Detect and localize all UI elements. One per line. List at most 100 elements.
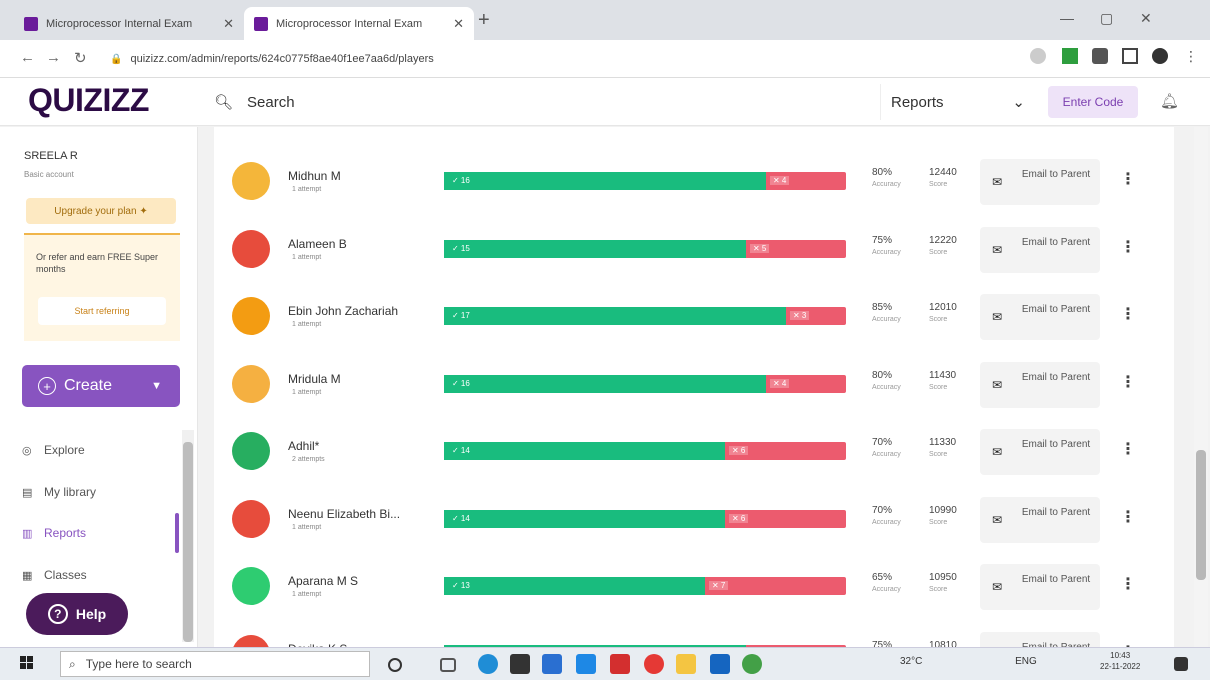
- player-name[interactable]: Neenu Elizabeth Bi...: [288, 507, 423, 521]
- back-icon[interactable]: ←: [20, 49, 35, 66]
- restore-button[interactable]: ▢: [1100, 10, 1113, 27]
- puzzle-icon[interactable]: [1092, 48, 1108, 64]
- search-input[interactable]: 🔍︎ Search: [200, 84, 870, 120]
- clock[interactable]: 10:43 22-11-2022: [1100, 650, 1140, 672]
- player-name[interactable]: Adhil*: [288, 439, 423, 453]
- email-parent-label: Email to Parent: [1021, 371, 1091, 383]
- more-options-icon[interactable]: ⋮: [1120, 574, 1136, 594]
- player-name[interactable]: Ebin John Zachariah: [288, 304, 423, 318]
- correct-count: ✓ 15: [452, 243, 470, 253]
- file-explorer-icon[interactable]: [676, 654, 696, 674]
- email-parent-button[interactable]: ✉Email to Parent: [980, 631, 1100, 647]
- sidebar-item-reports[interactable]: ▥ Reports: [22, 526, 86, 540]
- close-window-button[interactable]: ✕: [1140, 10, 1152, 27]
- reports-dropdown[interactable]: Reports ⌄: [880, 84, 1035, 120]
- acrobat-icon[interactable]: [610, 654, 630, 674]
- enter-code-button[interactable]: Enter Code: [1048, 86, 1138, 118]
- start-referring-button[interactable]: Start referring: [38, 297, 166, 325]
- accuracy-bar: ✓ 15 ✕ 5: [444, 239, 846, 258]
- email-parent-label: Email to Parent: [1021, 169, 1091, 180]
- sidebar-item-classes[interactable]: ▦ Classes: [22, 568, 87, 582]
- sidebar-item-explore[interactable]: ◎ Explore: [22, 443, 85, 457]
- email-parent-button[interactable]: ✉Email to Parent: [980, 294, 1100, 340]
- forward-icon[interactable]: →: [46, 49, 61, 66]
- player-row[interactable]: Devika K S1 attempt✓ 15✕ 575%Accuracy108…: [214, 620, 1174, 647]
- mail-icon[interactable]: [542, 654, 562, 674]
- player-name[interactable]: Aparana M S: [288, 574, 423, 588]
- email-parent-button[interactable]: ✉Email to Parent: [980, 429, 1100, 475]
- more-options-icon[interactable]: ⋮: [1120, 372, 1136, 392]
- more-options-icon[interactable]: ⋮: [1120, 304, 1136, 324]
- more-options-icon[interactable]: ⋮: [1120, 439, 1136, 459]
- more-options-icon[interactable]: ⋮: [1120, 237, 1136, 257]
- player-row[interactable]: Aparana M S 1 attempt ✓ 13 ✕ 7 65% Accuracy 10…: [214, 552, 1174, 620]
- url-field[interactable]: 🔒 quizizz.com/admin/reports/624c0775f8ae…: [110, 46, 990, 72]
- reload-icon[interactable]: ↻: [74, 49, 87, 67]
- email-parent-button[interactable]: ✉Email to Parent: [980, 226, 1100, 273]
- windows-start-icon[interactable]: [20, 656, 34, 670]
- system-tray[interactable]: 32°C ENG: [900, 656, 1037, 667]
- main-scrollbar-thumb[interactable]: [1196, 450, 1206, 580]
- incorrect-count: ✕ 6: [729, 446, 749, 455]
- search-icon: 🔍︎: [214, 94, 234, 111]
- browser-tab-2[interactable]: Microprocessor Internal Exam ✕: [244, 7, 474, 40]
- accuracy-value: 80%: [872, 369, 893, 381]
- user-name: SREELA R: [24, 150, 78, 162]
- player-avatar: [232, 364, 270, 403]
- classes-icon: ▦: [22, 569, 33, 582]
- email-parent-button[interactable]: ✉Email to Parent: [980, 496, 1100, 543]
- profile-avatar[interactable]: [1152, 48, 1168, 64]
- download-icon[interactable]: [1062, 48, 1078, 64]
- notifications-icon[interactable]: [1174, 657, 1188, 671]
- task-view-icon[interactable]: [440, 658, 456, 672]
- edge-icon[interactable]: [478, 654, 498, 674]
- sidepanel-icon[interactable]: [1122, 48, 1138, 64]
- player-row[interactable]: Mridula M 1 attempt ✓ 16 ✕ 4 80% Accuracy 1143…: [214, 350, 1174, 418]
- email-parent-button[interactable]: ✉Email to Parent: [980, 361, 1100, 408]
- minimize-button[interactable]: —: [1060, 10, 1074, 26]
- close-tab-icon[interactable]: ✕: [223, 16, 234, 32]
- app-icon[interactable]: [576, 654, 596, 674]
- create-button[interactable]: + Create ▼: [22, 365, 180, 407]
- accuracy-label: Accuracy: [872, 586, 901, 593]
- menu-icon[interactable]: ⋮: [1184, 48, 1200, 64]
- player-row[interactable]: Midhun M 1 attempt ✓ 16 ✕ 4 80% Accuracy 12440…: [214, 147, 1174, 215]
- score-label: Score: [929, 181, 948, 188]
- taskbar-search-input[interactable]: ⌕ Type here to search: [60, 651, 370, 677]
- accuracy-bar: ✓ 17 ✕ 3: [444, 307, 846, 325]
- upgrade-plan-button[interactable]: Upgrade your plan ✦: [26, 198, 176, 224]
- weather-text: 32°C: [900, 656, 923, 667]
- email-parent-button[interactable]: ✉Email to Parent: [980, 564, 1100, 610]
- close-tab-icon[interactable]: ✕: [453, 16, 464, 32]
- cortana-icon[interactable]: [388, 658, 402, 672]
- email-parent-button[interactable]: ✉Email to Parent: [980, 159, 1100, 205]
- player-row[interactable]: Adhil* 2 attempts ✓ 14 ✕ 6 70% Accuracy 11330 S…: [214, 417, 1174, 485]
- score-label: Score: [929, 383, 948, 391]
- player-name[interactable]: Midhun M: [288, 169, 423, 183]
- player-avatar: [232, 432, 270, 470]
- player-row[interactable]: Ebin John Zachariah 1 attempt ✓ 17 ✕ 3 85% Ac…: [214, 282, 1174, 350]
- score-value: 12440: [929, 167, 957, 178]
- quizizz-logo[interactable]: QUIZIZZ: [28, 82, 149, 119]
- new-tab-button[interactable]: +: [478, 9, 490, 32]
- office-icon[interactable]: [644, 654, 664, 674]
- store-icon[interactable]: [510, 654, 530, 674]
- help-button[interactable]: ? Help: [26, 593, 128, 635]
- accuracy-bar: ✓ 14 ✕ 6: [444, 442, 846, 460]
- extension-icon[interactable]: [1030, 48, 1046, 64]
- sidebar-item-my-library[interactable]: ▤ My library: [22, 485, 96, 499]
- word-icon[interactable]: [710, 654, 730, 674]
- player-row[interactable]: Neenu Elizabeth Bi... 1 attempt ✓ 14 ✕ 6 70%…: [214, 485, 1174, 553]
- player-avatar: [232, 634, 270, 647]
- player-name[interactable]: Alameen B: [288, 237, 423, 251]
- player-name[interactable]: Mridula M: [288, 372, 423, 386]
- correct-count: ✓ 14: [452, 446, 470, 455]
- correct-segment: [444, 239, 746, 258]
- player-row[interactable]: Alameen B 1 attempt ✓ 15 ✕ 5 75% Accuracy 1222…: [214, 215, 1174, 283]
- bell-icon[interactable]: 🔔︎: [1160, 92, 1179, 110]
- chrome-icon[interactable]: [742, 654, 762, 674]
- sidebar-scrollbar-thumb[interactable]: [183, 442, 193, 642]
- more-options-icon[interactable]: ⋮: [1120, 169, 1136, 189]
- more-options-icon[interactable]: ⋮: [1120, 507, 1136, 527]
- browser-tab-1[interactable]: Microprocessor Internal Exam ✕: [14, 7, 244, 40]
